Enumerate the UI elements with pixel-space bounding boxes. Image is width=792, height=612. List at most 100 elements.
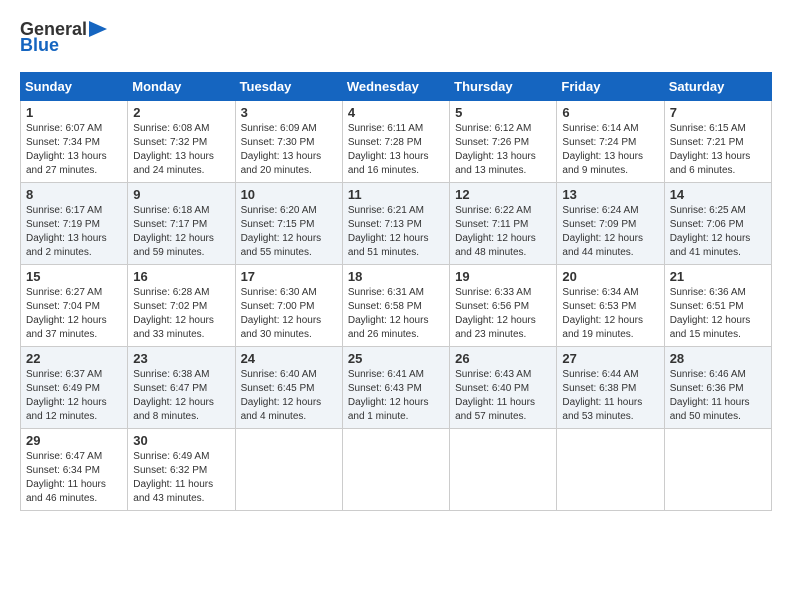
- calendar-cell: 11 Sunrise: 6:21 AMSunset: 7:13 PMDaylig…: [342, 182, 449, 264]
- day-info: Sunrise: 6:27 AMSunset: 7:04 PMDaylight:…: [26, 287, 107, 340]
- calendar-header-row: SundayMondayTuesdayWednesdayThursdayFrid…: [21, 72, 772, 100]
- day-number: 28: [670, 351, 766, 366]
- day-info: Sunrise: 6:22 AMSunset: 7:11 PMDaylight:…: [455, 205, 536, 258]
- day-number: 20: [562, 269, 658, 284]
- day-info: Sunrise: 6:12 AMSunset: 7:26 PMDaylight:…: [455, 123, 536, 176]
- day-info: Sunrise: 6:07 AMSunset: 7:34 PMDaylight:…: [26, 123, 107, 176]
- day-info: Sunrise: 6:21 AMSunset: 7:13 PMDaylight:…: [348, 205, 429, 258]
- calendar-cell: 5 Sunrise: 6:12 AMSunset: 7:26 PMDayligh…: [450, 100, 557, 182]
- day-number: 19: [455, 269, 551, 284]
- day-number: 1: [26, 105, 122, 120]
- day-info: Sunrise: 6:33 AMSunset: 6:56 PMDaylight:…: [455, 287, 536, 340]
- day-info: Sunrise: 6:30 AMSunset: 7:00 PMDaylight:…: [241, 287, 322, 340]
- day-info: Sunrise: 6:40 AMSunset: 6:45 PMDaylight:…: [241, 369, 322, 422]
- logo: General Blue: [20, 20, 107, 56]
- calendar-cell: 26 Sunrise: 6:43 AMSunset: 6:40 PMDaylig…: [450, 346, 557, 428]
- day-info: Sunrise: 6:25 AMSunset: 7:06 PMDaylight:…: [670, 205, 751, 258]
- calendar-cell: 25 Sunrise: 6:41 AMSunset: 6:43 PMDaylig…: [342, 346, 449, 428]
- calendar-cell: 7 Sunrise: 6:15 AMSunset: 7:21 PMDayligh…: [664, 100, 771, 182]
- logo-arrow-icon: [89, 21, 107, 37]
- day-info: Sunrise: 6:15 AMSunset: 7:21 PMDaylight:…: [670, 123, 751, 176]
- calendar-cell: 22 Sunrise: 6:37 AMSunset: 6:49 PMDaylig…: [21, 346, 128, 428]
- day-number: 14: [670, 187, 766, 202]
- day-header-thursday: Thursday: [450, 72, 557, 100]
- calendar-cell: [235, 428, 342, 510]
- day-info: Sunrise: 6:28 AMSunset: 7:02 PMDaylight:…: [133, 287, 214, 340]
- calendar-cell: 24 Sunrise: 6:40 AMSunset: 6:45 PMDaylig…: [235, 346, 342, 428]
- calendar-cell: 16 Sunrise: 6:28 AMSunset: 7:02 PMDaylig…: [128, 264, 235, 346]
- calendar-cell: 1 Sunrise: 6:07 AMSunset: 7:34 PMDayligh…: [21, 100, 128, 182]
- day-info: Sunrise: 6:44 AMSunset: 6:38 PMDaylight:…: [562, 369, 642, 422]
- calendar-cell: 15 Sunrise: 6:27 AMSunset: 7:04 PMDaylig…: [21, 264, 128, 346]
- day-number: 29: [26, 433, 122, 448]
- day-info: Sunrise: 6:09 AMSunset: 7:30 PMDaylight:…: [241, 123, 322, 176]
- calendar-cell: 17 Sunrise: 6:30 AMSunset: 7:00 PMDaylig…: [235, 264, 342, 346]
- day-info: Sunrise: 6:18 AMSunset: 7:17 PMDaylight:…: [133, 205, 214, 258]
- day-info: Sunrise: 6:34 AMSunset: 6:53 PMDaylight:…: [562, 287, 643, 340]
- logo-blue-text: Blue: [20, 36, 59, 56]
- day-info: Sunrise: 6:46 AMSunset: 6:36 PMDaylight:…: [670, 369, 750, 422]
- day-number: 17: [241, 269, 337, 284]
- day-info: Sunrise: 6:36 AMSunset: 6:51 PMDaylight:…: [670, 287, 751, 340]
- day-number: 15: [26, 269, 122, 284]
- calendar-cell: 23 Sunrise: 6:38 AMSunset: 6:47 PMDaylig…: [128, 346, 235, 428]
- page-header: General Blue: [20, 20, 772, 56]
- calendar-cell: [557, 428, 664, 510]
- day-info: Sunrise: 6:47 AMSunset: 6:34 PMDaylight:…: [26, 451, 106, 504]
- calendar-cell: 14 Sunrise: 6:25 AMSunset: 7:06 PMDaylig…: [664, 182, 771, 264]
- day-number: 7: [670, 105, 766, 120]
- calendar-cell: 20 Sunrise: 6:34 AMSunset: 6:53 PMDaylig…: [557, 264, 664, 346]
- day-number: 6: [562, 105, 658, 120]
- day-number: 10: [241, 187, 337, 202]
- calendar-cell: 2 Sunrise: 6:08 AMSunset: 7:32 PMDayligh…: [128, 100, 235, 182]
- day-number: 12: [455, 187, 551, 202]
- calendar-cell: 30 Sunrise: 6:49 AMSunset: 6:32 PMDaylig…: [128, 428, 235, 510]
- day-number: 30: [133, 433, 229, 448]
- calendar-table: SundayMondayTuesdayWednesdayThursdayFrid…: [20, 72, 772, 511]
- calendar-cell: 6 Sunrise: 6:14 AMSunset: 7:24 PMDayligh…: [557, 100, 664, 182]
- day-header-friday: Friday: [557, 72, 664, 100]
- calendar-cell: 28 Sunrise: 6:46 AMSunset: 6:36 PMDaylig…: [664, 346, 771, 428]
- day-number: 21: [670, 269, 766, 284]
- day-number: 8: [26, 187, 122, 202]
- day-number: 25: [348, 351, 444, 366]
- day-info: Sunrise: 6:38 AMSunset: 6:47 PMDaylight:…: [133, 369, 214, 422]
- day-number: 11: [348, 187, 444, 202]
- day-number: 18: [348, 269, 444, 284]
- calendar-cell: 3 Sunrise: 6:09 AMSunset: 7:30 PMDayligh…: [235, 100, 342, 182]
- day-info: Sunrise: 6:41 AMSunset: 6:43 PMDaylight:…: [348, 369, 429, 422]
- calendar-cell: 4 Sunrise: 6:11 AMSunset: 7:28 PMDayligh…: [342, 100, 449, 182]
- day-number: 26: [455, 351, 551, 366]
- day-info: Sunrise: 6:20 AMSunset: 7:15 PMDaylight:…: [241, 205, 322, 258]
- day-header-wednesday: Wednesday: [342, 72, 449, 100]
- day-header-saturday: Saturday: [664, 72, 771, 100]
- calendar-cell: 19 Sunrise: 6:33 AMSunset: 6:56 PMDaylig…: [450, 264, 557, 346]
- calendar-cell: [342, 428, 449, 510]
- calendar-cell: [450, 428, 557, 510]
- day-info: Sunrise: 6:08 AMSunset: 7:32 PMDaylight:…: [133, 123, 214, 176]
- day-number: 23: [133, 351, 229, 366]
- day-info: Sunrise: 6:37 AMSunset: 6:49 PMDaylight:…: [26, 369, 107, 422]
- day-header-sunday: Sunday: [21, 72, 128, 100]
- day-info: Sunrise: 6:24 AMSunset: 7:09 PMDaylight:…: [562, 205, 643, 258]
- calendar-week-row: 15 Sunrise: 6:27 AMSunset: 7:04 PMDaylig…: [21, 264, 772, 346]
- day-header-monday: Monday: [128, 72, 235, 100]
- calendar-cell: 12 Sunrise: 6:22 AMSunset: 7:11 PMDaylig…: [450, 182, 557, 264]
- day-number: 27: [562, 351, 658, 366]
- calendar-cell: 10 Sunrise: 6:20 AMSunset: 7:15 PMDaylig…: [235, 182, 342, 264]
- calendar-week-row: 1 Sunrise: 6:07 AMSunset: 7:34 PMDayligh…: [21, 100, 772, 182]
- calendar-cell: 21 Sunrise: 6:36 AMSunset: 6:51 PMDaylig…: [664, 264, 771, 346]
- calendar-cell: 18 Sunrise: 6:31 AMSunset: 6:58 PMDaylig…: [342, 264, 449, 346]
- day-number: 13: [562, 187, 658, 202]
- calendar-cell: 8 Sunrise: 6:17 AMSunset: 7:19 PMDayligh…: [21, 182, 128, 264]
- day-info: Sunrise: 6:43 AMSunset: 6:40 PMDaylight:…: [455, 369, 535, 422]
- day-number: 4: [348, 105, 444, 120]
- calendar-cell: [664, 428, 771, 510]
- day-number: 24: [241, 351, 337, 366]
- day-number: 16: [133, 269, 229, 284]
- calendar-week-row: 29 Sunrise: 6:47 AMSunset: 6:34 PMDaylig…: [21, 428, 772, 510]
- calendar-cell: 27 Sunrise: 6:44 AMSunset: 6:38 PMDaylig…: [557, 346, 664, 428]
- calendar-week-row: 8 Sunrise: 6:17 AMSunset: 7:19 PMDayligh…: [21, 182, 772, 264]
- calendar-cell: 9 Sunrise: 6:18 AMSunset: 7:17 PMDayligh…: [128, 182, 235, 264]
- day-number: 2: [133, 105, 229, 120]
